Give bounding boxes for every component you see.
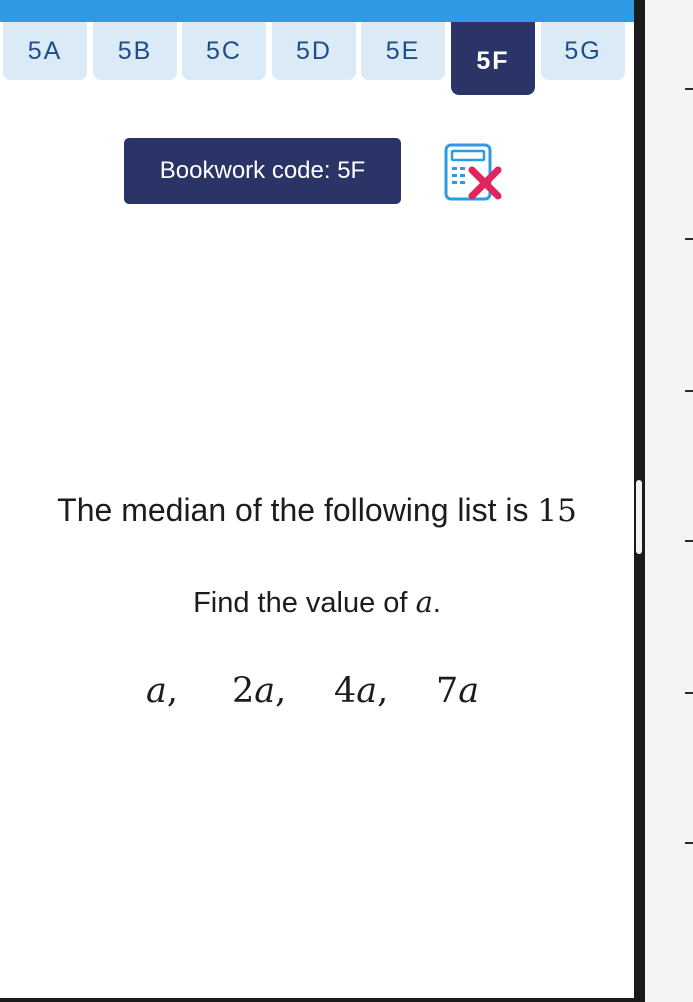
term-7a: 7a (436, 671, 480, 711)
rail-tick (685, 842, 693, 844)
tab-5a[interactable]: 5A (3, 22, 87, 80)
term-2a: 2a, (232, 671, 287, 711)
median-value: 15 (537, 493, 577, 529)
tab-5c[interactable]: 5C (182, 22, 266, 80)
tab-5b[interactable]: 5B (93, 22, 177, 80)
rail-tick (685, 692, 693, 694)
bookwork-code-badge: Bookwork code: 5F (124, 138, 401, 204)
question-statement: The median of the following list is (57, 492, 529, 528)
tab-5e[interactable]: 5E (361, 22, 445, 80)
terms-list: a, 2a, 4a, 7a (146, 671, 546, 719)
rail-tick (685, 390, 693, 392)
rail-tick (685, 88, 693, 90)
instruction-suffix: . (432, 587, 441, 619)
tab-5f[interactable]: 5F (451, 22, 535, 95)
instruction-variable: a (415, 585, 433, 619)
rail-tick (685, 238, 693, 240)
top-bar (0, 0, 634, 22)
tab-5d[interactable]: 5D (272, 22, 356, 80)
bookwork-code-label: Bookwork code: 5F (159, 157, 366, 184)
calculator-not-allowed-icon (443, 143, 503, 201)
term-a: a, (146, 671, 179, 711)
instruction-text: Find the value of a. (0, 585, 634, 620)
question-text: The median of the following list is 15 (0, 492, 634, 529)
instruction-prefix: Find the value of (193, 587, 408, 619)
question-page: 5A 5B 5C 5D 5E 5F 5G Bookwork code: 5F T… (0, 0, 634, 998)
term-4a: 4a, (334, 671, 389, 711)
question-tabs: 5A 5B 5C 5D 5E 5F 5G (0, 22, 634, 97)
rail-tick (685, 540, 693, 542)
tab-5g[interactable]: 5G (541, 22, 625, 80)
scrollbar-thumb[interactable] (636, 480, 642, 554)
adjacent-page-edge (645, 0, 693, 1002)
